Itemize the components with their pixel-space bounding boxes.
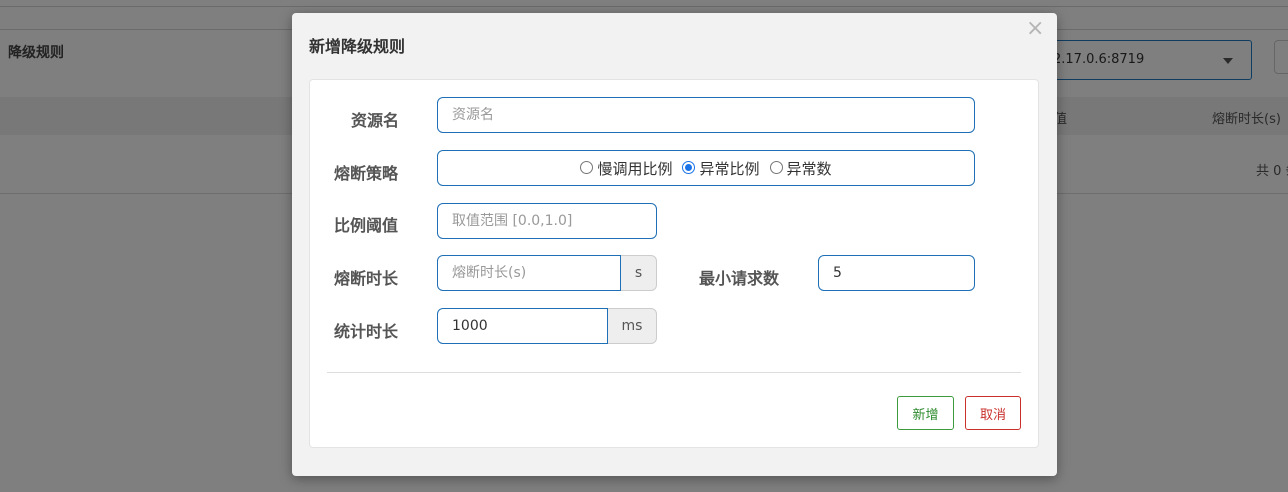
radio-checked-icon[interactable] bbox=[682, 160, 696, 174]
strategy-option-label: 慢调用比例 bbox=[597, 159, 673, 178]
footer-divider bbox=[327, 372, 1021, 373]
min-request-label: 最小请求数 bbox=[699, 269, 780, 288]
resource-label: 资源名 bbox=[351, 111, 400, 130]
cancel-button[interactable]: 取消 bbox=[965, 396, 1021, 430]
strategy-option-label: 异常比例 bbox=[699, 159, 760, 178]
strategy-radio-group: 慢调用比例 异常比例 异常数 bbox=[437, 150, 975, 186]
strategy-option-error-ratio[interactable]: 异常比例 bbox=[682, 158, 760, 179]
strategy-option-label: 异常数 bbox=[786, 159, 832, 178]
break-duration-unit: s bbox=[621, 255, 657, 291]
radio-icon[interactable] bbox=[580, 160, 594, 174]
resource-input[interactable] bbox=[437, 97, 975, 133]
min-request-input[interactable] bbox=[818, 255, 975, 291]
add-degrade-rule-dialog: 新增降级规则 × 资源名 熔断策略 慢调用比例 异常比例 异常数 bbox=[292, 13, 1057, 476]
radio-icon[interactable] bbox=[769, 160, 783, 174]
dialog-body: 资源名 熔断策略 慢调用比例 异常比例 异常数 比例阈值 bbox=[309, 79, 1039, 448]
strategy-label: 熔断策略 bbox=[334, 164, 399, 183]
strategy-option-error-count[interactable]: 异常数 bbox=[769, 158, 832, 179]
stat-duration-label: 统计时长 bbox=[334, 322, 399, 341]
ratio-threshold-label: 比例阈值 bbox=[334, 216, 399, 235]
add-button[interactable]: 新增 bbox=[897, 396, 954, 430]
ratio-threshold-input[interactable] bbox=[437, 203, 657, 239]
break-duration-input[interactable] bbox=[437, 255, 621, 291]
strategy-option-slow-ratio[interactable]: 慢调用比例 bbox=[580, 158, 672, 179]
break-duration-label: 熔断时长 bbox=[334, 269, 399, 288]
stat-duration-input[interactable] bbox=[437, 308, 608, 344]
stat-duration-unit: ms bbox=[608, 308, 657, 344]
close-icon[interactable]: × bbox=[1026, 18, 1044, 40]
dialog-title: 新增降级规则 bbox=[309, 37, 406, 56]
